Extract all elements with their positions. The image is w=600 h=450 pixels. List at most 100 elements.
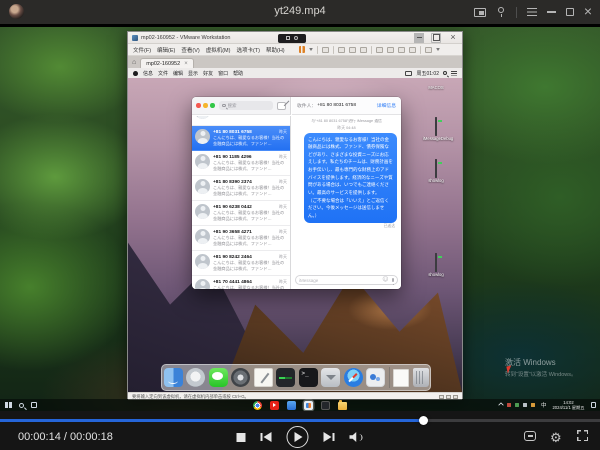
desktop-icon[interactable]: iMessageDebug <box>423 118 449 142</box>
message-input[interactable]: iMessage ☺ <box>295 275 398 285</box>
control-play-icon[interactable] <box>287 426 309 448</box>
control-settings-icon[interactable] <box>550 429 563 442</box>
control-previous-icon[interactable] <box>261 432 272 442</box>
vmware-toolbar-dropdown-icon[interactable] <box>436 48 440 51</box>
vmware-toolbar-sep-icon[interactable] <box>333 46 334 54</box>
windows-start-icon[interactable] <box>5 402 12 409</box>
vmware-toolbar-fullscreen-icon[interactable] <box>398 47 405 53</box>
dock-console-icon[interactable] <box>276 368 295 387</box>
vmware-toolbar-snapshot-manager-icon[interactable] <box>360 47 367 53</box>
task-view-icon[interactable] <box>31 402 37 408</box>
apple-menu-icon[interactable] <box>133 71 138 76</box>
dictation-mic-icon[interactable] <box>392 278 395 283</box>
minimize-traffic-light[interactable] <box>203 103 208 108</box>
close-traffic-light[interactable] <box>196 103 201 108</box>
titlebar-maximize-icon[interactable] <box>566 8 574 16</box>
vmware-toolbar-snapshot-take-icon[interactable] <box>338 47 345 53</box>
control-volume-icon[interactable] <box>350 432 364 442</box>
tray-tray-orange-icon[interactable] <box>531 403 535 407</box>
macos-menu-item[interactable]: 信息 <box>143 70 153 77</box>
dock-stacks-icon[interactable] <box>321 368 340 387</box>
dock-messages-icon[interactable] <box>209 368 228 387</box>
notification-center-icon[interactable] <box>451 71 457 76</box>
taskbar-explorer-icon[interactable] <box>338 402 347 410</box>
macos-menu-item[interactable]: 窗口 <box>218 70 228 77</box>
ime-indicator[interactable]: 中 <box>541 401 547 409</box>
dock-textedit-icon[interactable] <box>254 368 273 387</box>
dock-document-icon[interactable] <box>393 369 409 387</box>
desktop-icon[interactable]: MACOS <box>423 85 449 91</box>
dock-trash-icon[interactable] <box>413 368 429 387</box>
zoom-traffic-light[interactable] <box>210 103 215 108</box>
tray-tray-red-icon[interactable] <box>507 403 511 407</box>
vmware-menu-item[interactable]: 虚拟机(M) <box>206 46 231 54</box>
dock-launchpad-icon[interactable] <box>186 368 205 387</box>
vmware-toolbar-show-library-icon[interactable] <box>376 47 383 53</box>
macos-menu-item[interactable]: 显示 <box>188 70 198 77</box>
details-link[interactable]: 详细信息 <box>377 102 396 109</box>
vmware-toolbar-sep-icon[interactable] <box>317 46 318 54</box>
tray-chevron-up-icon[interactable] <box>498 402 504 408</box>
dock-network-icon[interactable] <box>366 368 385 387</box>
tab-close-icon[interactable]: × <box>184 61 188 67</box>
taskbar-chrome-icon[interactable] <box>253 401 262 410</box>
vmware-toolbar-sep-icon[interactable] <box>371 46 372 54</box>
control-next-icon[interactable] <box>324 432 335 442</box>
vmware-toolbar-send-key-icon[interactable] <box>425 47 432 53</box>
vmware-minimize-icon[interactable] <box>414 33 424 43</box>
macos-menu-item[interactable]: 编辑 <box>173 70 183 77</box>
vmware-toolbar-ctrl-alt-del-icon[interactable] <box>322 47 329 53</box>
search-input[interactable]: 搜索 <box>219 101 273 110</box>
titlebar-close-icon[interactable] <box>584 3 592 21</box>
vmware-toolbar-unity-icon[interactable] <box>409 47 416 53</box>
taskbar-recorder-icon[interactable] <box>304 401 313 410</box>
taskbar-youtube-icon[interactable] <box>270 401 279 410</box>
titlebar-separator-icon[interactable] <box>516 7 517 18</box>
video-frame[interactable]: mp02-160952 - VMware Workstation 文件(F)编辑… <box>0 27 600 411</box>
vmware-menu-item[interactable]: 选项卡(T) <box>236 46 260 54</box>
vmware-toolbar-sep-icon[interactable] <box>420 46 421 54</box>
seek-bar[interactable] <box>0 419 600 422</box>
conversation-list-item[interactable]: +81 90 8242 2464 昨天 こんにちは、親愛なるお客様！当社の金融商… <box>192 251 290 276</box>
vmware-toolbar-dropdown-icon[interactable] <box>309 48 313 51</box>
vmware-vm-tab[interactable]: mp02-160952 × <box>140 58 193 68</box>
conversation-list-item[interactable]: +81 90 3658 4271 昨天 こんにちは、親愛なるお客様！当社の金融商… <box>192 226 290 251</box>
conversation-list-item[interactable]: +81 80 8390 2374 昨天 こんにちは、親愛なるお客様！当社の金融商… <box>192 176 290 201</box>
desktop-icon[interactable]: showlog <box>423 254 449 278</box>
titlebar-pip-icon[interactable] <box>474 8 486 17</box>
windows-search-icon[interactable] <box>19 403 24 408</box>
taskbar-app-dark-icon[interactable] <box>321 401 330 410</box>
conversation-list-item[interactable]: +81 70 4441 4864 昨天 こんにちは、親愛なるお客様！当社の金融商… <box>192 276 290 289</box>
control-stop-icon[interactable] <box>237 433 246 442</box>
conversation-list-item[interactable]: こんにちは、親愛なるお客様！当社の金融商品には株式、ファンド… <box>192 116 290 126</box>
tray-tray-green-icon[interactable] <box>515 403 519 407</box>
compose-message-button[interactable] <box>277 102 286 110</box>
conversation-list-item[interactable]: +81 80 8031 6758 昨天 こんにちは、親愛なるお客様！当社の金融商… <box>192 126 290 151</box>
dock-preferences-icon[interactable] <box>231 368 250 387</box>
dock-finder-icon[interactable] <box>164 368 183 387</box>
seek-bar-handle[interactable] <box>419 416 428 425</box>
vmware-toolbar-thumbnails-icon[interactable] <box>387 47 394 53</box>
desktop-icon[interactable]: showlog <box>423 160 449 184</box>
dock-sepline-icon[interactable] <box>389 367 390 388</box>
titlebar-pin-icon[interactable] <box>496 7 506 17</box>
action-center-icon[interactable] <box>591 402 597 408</box>
macos-menu-item[interactable]: 好友 <box>203 70 213 77</box>
vmware-menu-item[interactable]: 文件(F) <box>133 46 151 54</box>
vmware-maximize-icon[interactable] <box>431 33 441 43</box>
tray-tray-gray-icon[interactable] <box>523 403 527 407</box>
macos-menu-item[interactable]: 帮助 <box>233 70 243 77</box>
titlebar-menu-icon[interactable] <box>527 8 537 16</box>
vmware-toolbar-snapshot-revert-icon[interactable] <box>349 47 356 53</box>
dock-safari-icon[interactable] <box>344 368 363 387</box>
vmware-menu-item[interactable]: 查看(V) <box>181 46 199 54</box>
vmware-toolbar-suspend-icon[interactable] <box>299 46 305 53</box>
vmware-menu-item[interactable]: 编辑(E) <box>157 46 175 54</box>
taskbar-clock[interactable]: 14:02 2024/11/1 星期五 <box>552 400 584 411</box>
taskbar-app-blue-icon[interactable] <box>287 401 296 410</box>
conversation-list-item[interactable]: +81 90 6238 0442 昨天 こんにちは、親愛なるお客様！当社の金融商… <box>192 201 290 226</box>
emoji-picker-icon[interactable]: ☺ <box>382 277 388 283</box>
dock-terminal-icon[interactable] <box>299 368 318 387</box>
titlebar-minimize-icon[interactable] <box>547 11 556 13</box>
control-snapshot-icon[interactable] <box>524 431 536 441</box>
